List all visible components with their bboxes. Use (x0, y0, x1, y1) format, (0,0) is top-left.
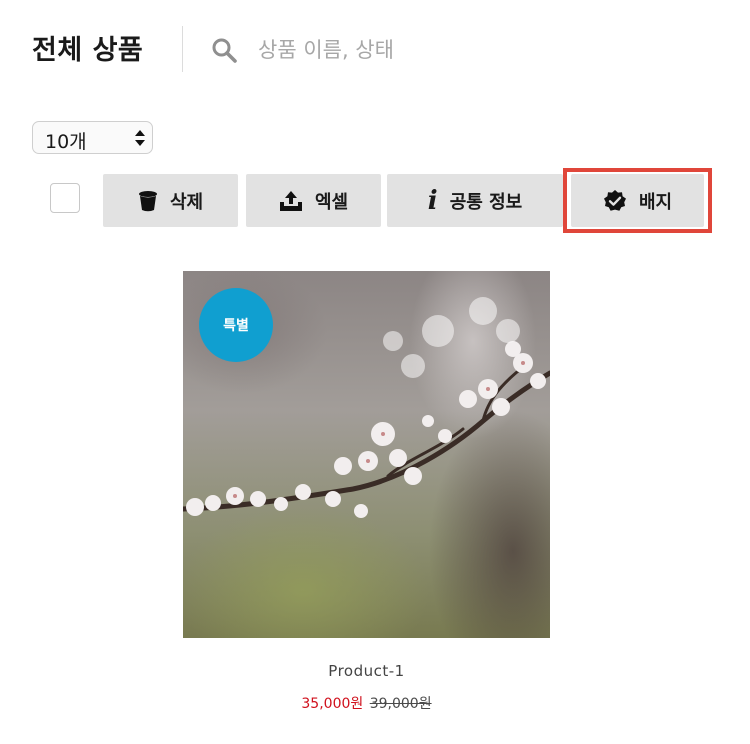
select-arrows-icon (135, 130, 145, 146)
product-card[interactable]: 특별 Product-1 35,000원 39,000원 (183, 271, 550, 713)
verified-badge-icon (603, 189, 626, 211)
per-page-value: 10개 (45, 131, 87, 153)
badge-button-label: 배지 (638, 191, 673, 213)
search-input[interactable] (256, 30, 700, 70)
search-icon (212, 38, 237, 63)
page-header: 전체 상품 (0, 0, 750, 100)
select-all-checkbox[interactable] (50, 183, 80, 213)
common-info-button-label: 공통 정보 (449, 191, 523, 213)
info-icon: i (427, 185, 438, 216)
delete-button[interactable]: 삭제 (103, 174, 238, 227)
sale-price: 35,000원 (301, 696, 364, 712)
common-info-button[interactable]: i 공통 정보 (387, 174, 563, 227)
excel-button[interactable]: 엑셀 (246, 174, 381, 227)
original-price: 39,000원 (369, 696, 432, 712)
badge-button-highlight: 배지 (563, 168, 712, 233)
trash-icon (138, 190, 157, 211)
excel-button-label: 엑셀 (314, 191, 349, 213)
product-badge: 특별 (199, 288, 273, 362)
bulk-action-toolbar: 삭제 엑셀 i 공통 정보 배지 (0, 168, 750, 233)
price-row: 35,000원 39,000원 (183, 693, 550, 713)
product-name[interactable]: Product-1 (183, 662, 550, 680)
upload-icon (279, 190, 302, 211)
page-title: 전체 상품 (32, 35, 144, 66)
delete-button-label: 삭제 (169, 191, 204, 213)
header-divider (182, 26, 183, 72)
product-image[interactable]: 특별 (183, 271, 550, 638)
per-page-select[interactable]: 10개 (32, 121, 153, 154)
badge-button[interactable]: 배지 (571, 174, 704, 227)
